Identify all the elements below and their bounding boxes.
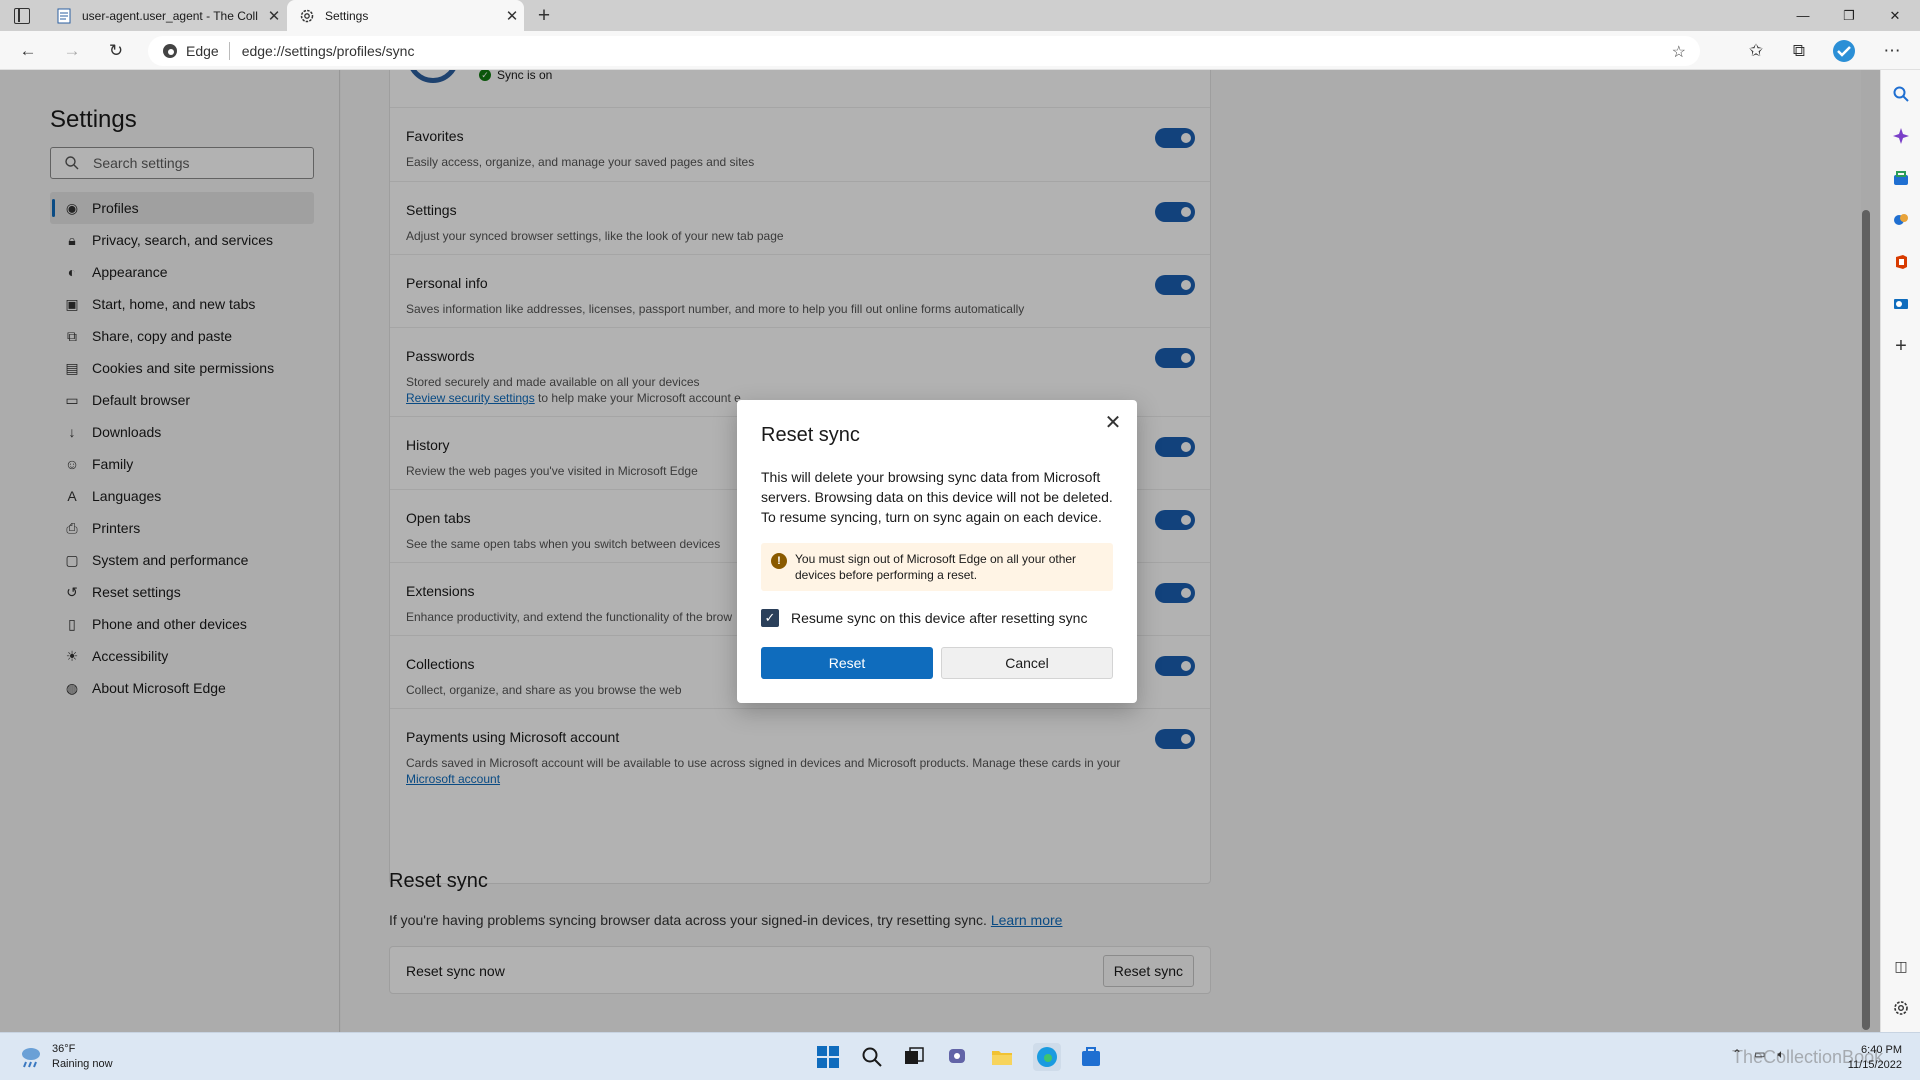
edge-sidebar: + ◫ bbox=[1880, 70, 1920, 1032]
system-tray: ⌃ ▭ 🔈︎ bbox=[1732, 1047, 1785, 1062]
warning-text: You must sign out of Microsoft Edge on a… bbox=[795, 552, 1077, 582]
address-bar[interactable]: Edge edge://settings/profiles/sync ☆ bbox=[148, 36, 1700, 66]
url-text[interactable]: edge://settings/profiles/sync bbox=[242, 43, 415, 59]
clock-date: 11/15/2022 bbox=[1847, 1059, 1902, 1071]
weather-widget[interactable]: 36°F Raining now bbox=[18, 1042, 113, 1072]
office-icon[interactable] bbox=[1889, 250, 1913, 274]
close-icon[interactable]: ✕ bbox=[1099, 408, 1127, 436]
gear-icon[interactable] bbox=[1889, 996, 1913, 1020]
edge-taskbar-icon[interactable] bbox=[1033, 1043, 1061, 1071]
sparkle-icon[interactable] bbox=[1889, 124, 1913, 148]
clock-time: 6:40 PM bbox=[1861, 1044, 1902, 1056]
close-tab-icon[interactable]: ✕ bbox=[500, 4, 524, 28]
profile-avatar-icon[interactable] bbox=[1830, 37, 1858, 65]
document-icon bbox=[57, 8, 71, 23]
reset-sync-dialog: Reset sync ✕ This will delete your brows… bbox=[737, 400, 1137, 703]
clock[interactable]: 6:40 PM 11/15/2022 bbox=[1848, 1043, 1902, 1073]
search-icon[interactable] bbox=[858, 1043, 886, 1071]
dialog-body: This will delete your browsing sync data… bbox=[761, 469, 1113, 525]
warning-icon: ! bbox=[771, 553, 787, 569]
favorites-icon[interactable]: ✩ bbox=[1742, 37, 1770, 65]
tab-strip: user-agent.user_agent - The Coll ✕ Setti… bbox=[0, 0, 1920, 31]
tab-settings[interactable]: Settings ✕ bbox=[287, 0, 524, 31]
monitor-icon[interactable]: ▭ bbox=[1754, 1047, 1765, 1062]
weather-desc: Raining now bbox=[52, 1058, 113, 1070]
address-divider bbox=[228, 42, 230, 60]
outlook-icon[interactable] bbox=[1889, 292, 1913, 316]
gear-icon bbox=[300, 9, 314, 22]
tab-title: Settings bbox=[325, 8, 369, 23]
shopping-icon[interactable] bbox=[1889, 166, 1913, 190]
close-tab-icon[interactable]: ✕ bbox=[262, 4, 286, 28]
reset-button[interactable]: Reset bbox=[761, 647, 933, 679]
rain-cloud-icon bbox=[22, 1048, 40, 1068]
checkbox-label[interactable]: Resume sync on this device after resetti… bbox=[791, 610, 1087, 626]
resume-sync-option[interactable]: ✓ Resume sync on this device after reset… bbox=[761, 609, 1087, 627]
browser-toolbar: ← → ↻ Edge edge://settings/profiles/sync… bbox=[0, 31, 1920, 70]
sidebar-layout-icon[interactable]: ◫ bbox=[1889, 954, 1913, 978]
forward-button[interactable]: → bbox=[58, 37, 86, 65]
minimize-button[interactable]: — bbox=[1780, 0, 1826, 31]
collections-icon[interactable]: ⧉ bbox=[1785, 37, 1813, 65]
cancel-button[interactable]: Cancel bbox=[941, 647, 1113, 679]
more-menu-icon[interactable]: ⋯ bbox=[1878, 37, 1906, 65]
edge-icon bbox=[163, 44, 177, 58]
weather-temp: 36°F bbox=[52, 1043, 76, 1055]
tab-title: user-agent.user_agent - The Coll bbox=[82, 8, 258, 23]
windows-taskbar: 36°F Raining now TheCollectionBook ⌃ ▭ 🔈… bbox=[0, 1032, 1920, 1080]
volume-icon[interactable]: 🔈︎ bbox=[1777, 1047, 1784, 1062]
site-info-chip[interactable]: Edge bbox=[148, 43, 229, 59]
windows-start-icon[interactable] bbox=[814, 1043, 842, 1071]
tab-user-agent[interactable]: user-agent.user_agent - The Coll ✕ bbox=[44, 0, 286, 31]
warning-banner: ! You must sign out of Microsoft Edge on… bbox=[761, 543, 1113, 591]
add-icon[interactable]: + bbox=[1889, 334, 1913, 358]
close-window-button[interactable]: ✕ bbox=[1872, 0, 1918, 31]
task-view-icon[interactable] bbox=[900, 1043, 928, 1071]
games-icon[interactable] bbox=[1889, 208, 1913, 232]
refresh-button[interactable]: ↻ bbox=[102, 37, 130, 65]
search-icon[interactable] bbox=[1889, 82, 1913, 106]
new-tab-button[interactable]: + bbox=[532, 4, 556, 28]
teams-chat-icon[interactable] bbox=[944, 1043, 972, 1071]
resume-sync-checkbox[interactable]: ✓ bbox=[761, 609, 779, 627]
restore-button[interactable]: ❐ bbox=[1826, 0, 1872, 31]
store-icon[interactable] bbox=[1077, 1043, 1105, 1071]
tab-actions-icon[interactable] bbox=[14, 8, 30, 24]
add-favorite-icon[interactable]: ☆ bbox=[1672, 42, 1686, 62]
chevron-up-icon[interactable]: ⌃ bbox=[1732, 1047, 1742, 1062]
site-label: Edge bbox=[186, 43, 219, 59]
back-button[interactable]: ← bbox=[14, 37, 42, 65]
dialog-title: Reset sync bbox=[761, 424, 860, 446]
file-explorer-icon[interactable] bbox=[988, 1043, 1016, 1071]
